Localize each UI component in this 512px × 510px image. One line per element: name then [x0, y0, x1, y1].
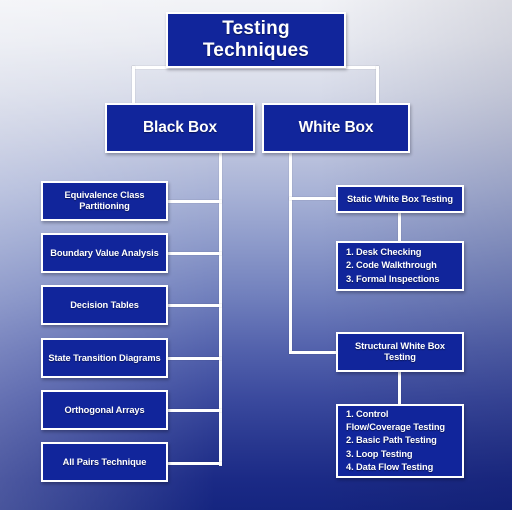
connector-branch-static-white-box-testing — [289, 197, 337, 200]
connector-branch-orthogonal-arrays — [168, 409, 222, 412]
connector-branch-boundary-value-analysis — [168, 252, 222, 255]
connector-structural-to-list — [398, 372, 401, 404]
structural-white-box-item-list: 1. Control Flow/Coverage Testing 2. Basi… — [346, 408, 454, 474]
node-equivalence-class-partitioning[interactable]: Equivalence Class Partitioning — [41, 181, 168, 221]
static-white-box-item-list: 1. Desk Checking 2. Code Walkthrough 3. … — [346, 246, 440, 286]
list-item: 3. Loop Testing — [346, 448, 413, 459]
connector-root-to-black-box — [132, 66, 135, 104]
diagram-canvas: Testing Techniques Black Box White Box E… — [0, 0, 512, 510]
node-black-box[interactable]: Black Box — [105, 103, 255, 153]
list-item: 3. Formal Inspections — [346, 273, 440, 284]
node-boundary-value-analysis[interactable]: Boundary Value Analysis — [41, 233, 168, 273]
connector-static-to-list — [398, 213, 401, 241]
node-structural-white-box-testing-items[interactable]: 1. Control Flow/Coverage Testing 2. Basi… — [336, 404, 464, 478]
list-item: 2. Basic Path Testing — [346, 435, 437, 446]
node-structural-white-box-testing[interactable]: Structural White Box Testing — [336, 332, 464, 372]
node-static-white-box-testing[interactable]: Static White Box Testing — [336, 185, 464, 213]
connector-branch-decision-tables — [168, 304, 222, 307]
node-state-transition-diagrams[interactable]: State Transition Diagrams — [41, 338, 168, 378]
node-testing-techniques[interactable]: Testing Techniques — [166, 12, 346, 68]
list-item: 1. Desk Checking — [346, 247, 422, 258]
list-item: 4. Data Flow Testing — [346, 461, 434, 472]
node-all-pairs-technique[interactable]: All Pairs Technique — [41, 442, 168, 482]
connector-root-to-white-box — [376, 66, 379, 104]
connector-branch-equivalence-class-partitioning — [168, 200, 222, 203]
node-decision-tables[interactable]: Decision Tables — [41, 285, 168, 325]
node-white-box[interactable]: White Box — [262, 103, 410, 153]
node-orthogonal-arrays[interactable]: Orthogonal Arrays — [41, 390, 168, 430]
connector-branch-structural-white-box-testing — [289, 351, 337, 354]
connector-branch-all-pairs-technique — [168, 462, 222, 465]
connector-white-box-stub — [289, 152, 292, 354]
list-item: 1. Control Flow/Coverage Testing — [346, 409, 445, 433]
connector-branch-state-transition-diagrams — [168, 357, 222, 360]
node-static-white-box-testing-items[interactable]: 1. Desk Checking 2. Code Walkthrough 3. … — [336, 241, 464, 291]
list-item: 2. Code Walkthrough — [346, 260, 437, 271]
